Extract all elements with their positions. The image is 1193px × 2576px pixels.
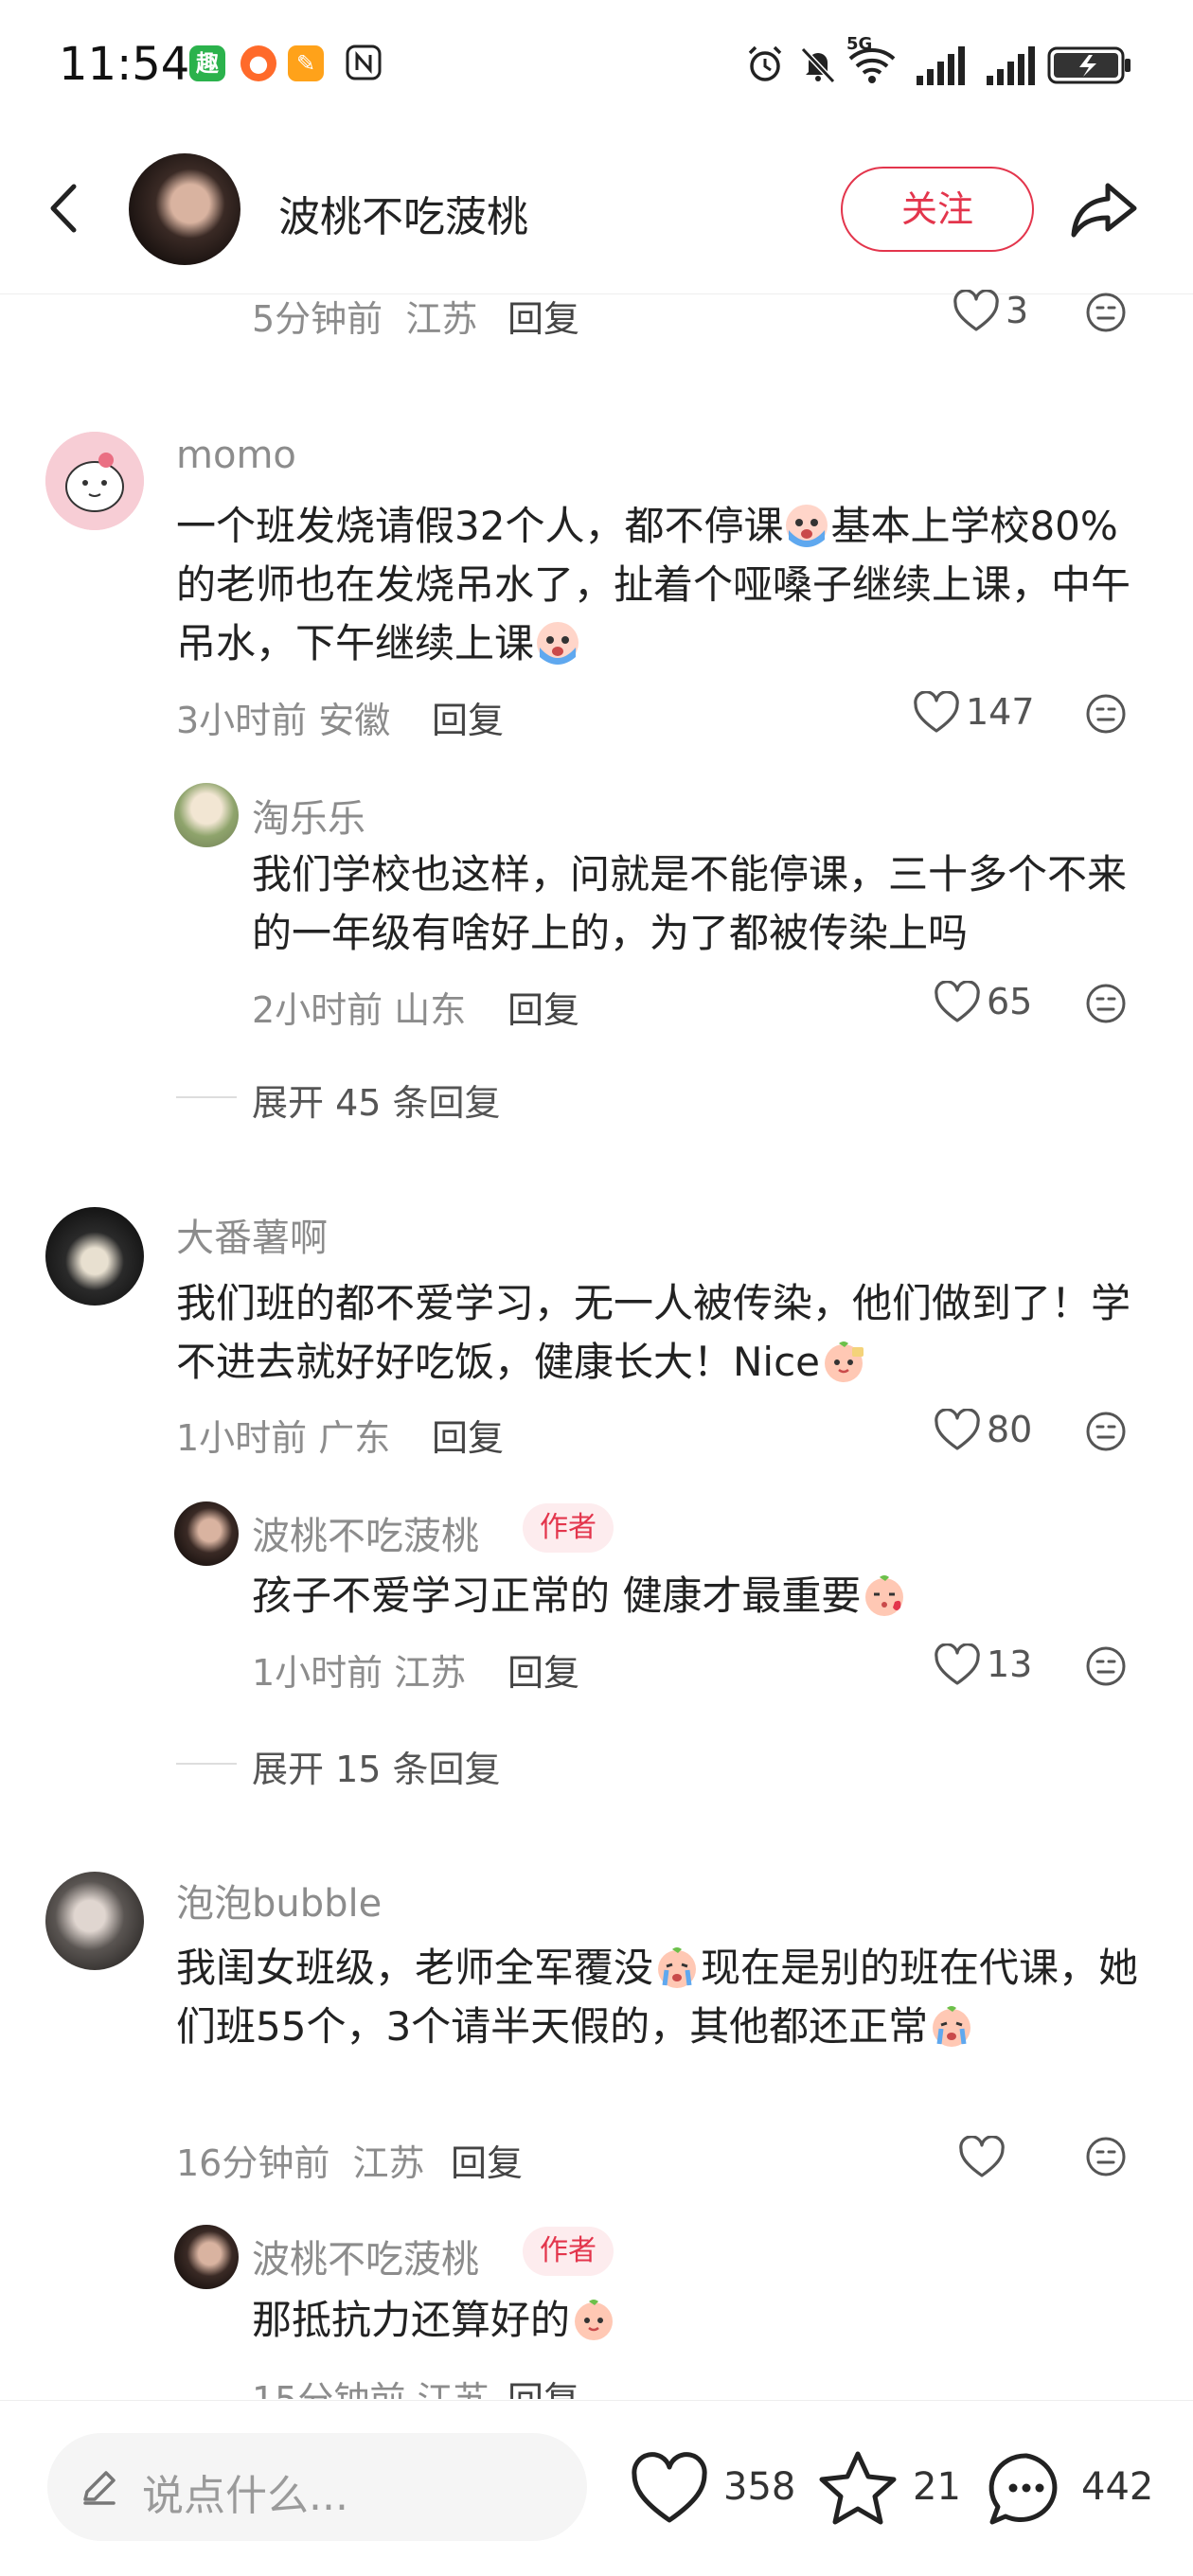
peach-crying-emoji-icon: [933, 2006, 971, 2047]
reply-username[interactable]: 淘乐乐: [252, 788, 365, 843]
reply-button[interactable]: 回复: [507, 290, 579, 342]
comment-text: 我们班的都不爱学习，无一人被传染，他们做到了！学不进去就好好吃饭，健康长大！Ni…: [176, 1280, 1131, 1385]
reply-button[interactable]: 回复: [451, 2134, 523, 2186]
app-notification-icon: 趣: [189, 45, 225, 81]
reply-username[interactable]: 波桃不吃菠桃: [252, 1505, 479, 1560]
crying-emoji-icon: [786, 505, 828, 547]
reply-button[interactable]: 回复: [507, 2371, 579, 2399]
divider: [176, 1096, 237, 1098]
emoji-reply-icon[interactable]: [1083, 1409, 1129, 1454]
peach-crying-emoji-icon: [658, 1947, 697, 1988]
reply-username[interactable]: 波桃不吃菠桃: [252, 2229, 479, 2283]
peach-emoji-icon: [825, 1341, 864, 1382]
author-avatar[interactable]: [129, 153, 240, 265]
comment-time: 1小时前 广东: [176, 1417, 391, 1459]
pencil-icon: [78, 2465, 121, 2509]
nfc-icon: [345, 44, 383, 81]
app-notification-icon: ✎: [288, 45, 324, 81]
crying-emoji-icon: [537, 622, 579, 665]
like-icon[interactable]: [958, 2135, 1006, 2179]
like-icon[interactable]: [913, 690, 960, 735]
author-badge: 作者: [523, 2227, 614, 2276]
user-avatar[interactable]: [45, 432, 144, 530]
star-count: 21: [913, 2465, 961, 2509]
reply-button[interactable]: 回复: [432, 1409, 504, 1461]
network-type: 5G: [846, 34, 873, 54]
comment-text: 一个班发烧请假32个人，都不停课 基本上学校80%的老师也在发烧吊水了，扯着个哑嗓…: [176, 503, 1131, 666]
reply-button[interactable]: 回复: [507, 981, 579, 1033]
author-avatar[interactable]: [174, 1501, 239, 1566]
divider: [176, 1763, 237, 1765]
like-icon[interactable]: [629, 2452, 710, 2528]
follow-button[interactable]: 关注: [841, 167, 1034, 252]
expand-replies-button[interactable]: 展开 45 条回复: [252, 1074, 501, 1126]
reply-text: 孩子不爱学习正常的 健康才最重要: [252, 1567, 1142, 1626]
expand-replies-button[interactable]: 展开 15 条回复: [252, 1740, 501, 1792]
comment-time: 1小时前 江苏: [252, 1652, 467, 1694]
like-icon[interactable]: [934, 980, 981, 1024]
peach-emoji-icon: [575, 2300, 614, 2340]
author-avatar[interactable]: [174, 2225, 239, 2289]
like-count: 13: [987, 1643, 1033, 1685]
status-bar: 11:54 趣 ● ✎ 5G: [0, 0, 1193, 137]
like-icon[interactable]: [934, 1643, 981, 1687]
emoji-reply-icon[interactable]: [1083, 2134, 1129, 2179]
comment-time: 16分钟前 江苏: [176, 2142, 425, 2184]
status-time: 11:54: [59, 38, 190, 91]
star-icon[interactable]: [816, 2448, 899, 2530]
emoji-reply-icon[interactable]: [1083, 691, 1129, 737]
like-count: 147: [966, 691, 1035, 733]
battery-icon: [1047, 45, 1132, 85]
like-icon[interactable]: [934, 1408, 981, 1452]
mute-icon: [797, 44, 839, 85]
author-name[interactable]: 波桃不吃菠桃: [278, 183, 528, 243]
share-icon[interactable]: [1066, 170, 1142, 246]
comment-username[interactable]: momo: [176, 434, 296, 477]
reply-button[interactable]: 回复: [432, 691, 504, 743]
comment-time: 2小时前 山东: [252, 989, 467, 1031]
reply-text: 我们学校也这样，问就是不能停课，三十多个不来的一年级有啥好上的，为了都被传染上吗: [252, 851, 1128, 956]
app-notification-icon: ●: [240, 45, 276, 81]
comment-username[interactable]: 大番薯啊: [176, 1207, 328, 1262]
reply-button[interactable]: 回复: [507, 1643, 579, 1696]
user-avatar[interactable]: [174, 783, 239, 847]
comment-count: 442: [1081, 2465, 1154, 2509]
user-avatar[interactable]: [45, 1207, 144, 1306]
user-avatar[interactable]: [45, 1872, 144, 1970]
comment-text: 我闺女班级，老师全军覆没 现在是别的班在代课，她们班55个，3个请半天假的，其他都…: [176, 1945, 1139, 2050]
comment-input-placeholder[interactable]: 说点什么...: [142, 2461, 348, 2522]
comment-icon[interactable]: [985, 2448, 1068, 2532]
author-badge: 作者: [523, 1503, 614, 1553]
comment-time: 5分钟前 江苏: [252, 298, 478, 340]
comment-username[interactable]: 泡泡bubble: [176, 1873, 382, 1928]
reply-text: 那抵抗力还算好的: [252, 2291, 1142, 2350]
like-icon[interactable]: [953, 289, 1000, 333]
comment-time: 15分钟前 江苏: [252, 2371, 489, 2399]
like-count: 3: [1006, 290, 1029, 331]
emoji-reply-icon[interactable]: [1083, 290, 1129, 335]
like-count: 80: [987, 1409, 1033, 1450]
back-icon[interactable]: [38, 175, 95, 241]
signal-icon: [915, 45, 968, 85]
emoji-reply-icon[interactable]: [1083, 981, 1129, 1026]
comment-time: 3小时前 安徽: [176, 700, 391, 741]
signal-icon: [985, 45, 1038, 85]
peach-kiss-emoji-icon: [865, 1575, 904, 1616]
like-count: 65: [987, 981, 1033, 1022]
emoji-reply-icon[interactable]: [1083, 1643, 1129, 1689]
like-count: 358: [723, 2465, 796, 2509]
alarm-icon: [744, 44, 786, 85]
